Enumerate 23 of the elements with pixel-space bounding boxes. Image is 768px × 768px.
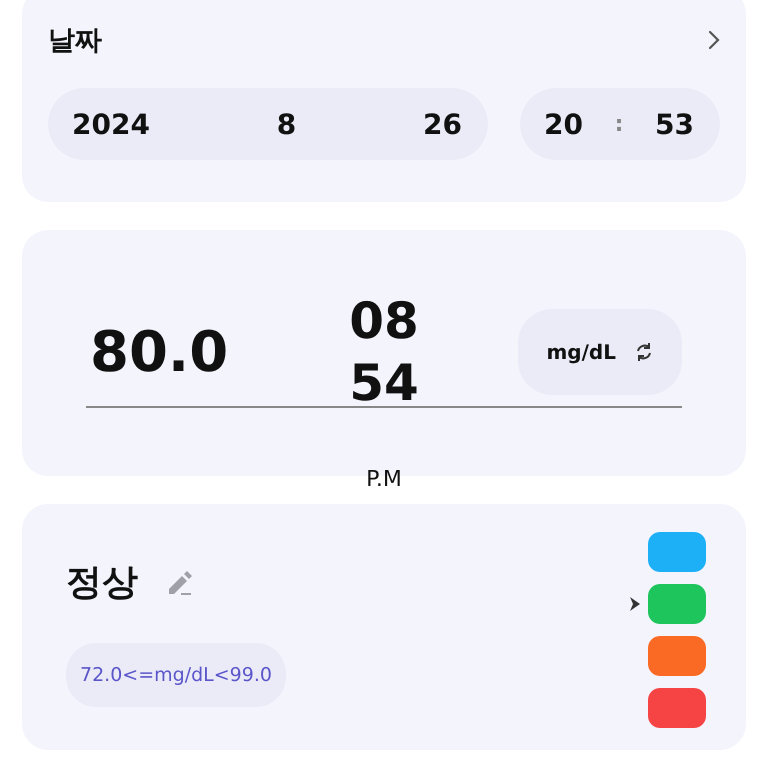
time-field[interactable]: 20 : 53 — [520, 88, 720, 160]
chevron-right-icon[interactable] — [708, 30, 720, 50]
range-text: 72.0<=mg/dL<99.0 — [66, 643, 286, 707]
picker-hour[interactable]: 08 — [349, 290, 419, 352]
color-swatch[interactable] — [648, 688, 706, 728]
unit-toggle-button[interactable]: mg/dL — [518, 309, 682, 395]
time-separator: : — [614, 112, 624, 136]
hour-value: 20 — [544, 108, 583, 140]
minute-value: 53 — [655, 108, 694, 140]
period-label[interactable]: P.M — [366, 467, 402, 492]
color-swatch[interactable] — [648, 636, 706, 676]
refresh-icon — [634, 342, 654, 362]
color-swatch[interactable] — [648, 584, 706, 624]
status-label: 정상 — [66, 561, 138, 605]
card-title: 날짜 — [48, 24, 102, 58]
picker-minute[interactable]: 54 — [349, 352, 419, 414]
date-field[interactable]: 2024 8 26 — [48, 88, 488, 160]
month-value: 8 — [276, 108, 296, 140]
glucose-value: 80.0 — [89, 320, 228, 384]
color-swatch[interactable] — [648, 532, 706, 572]
day-value: 26 — [423, 108, 462, 140]
pencil-icon[interactable] — [166, 570, 194, 596]
year-value: 2024 — [72, 108, 150, 140]
